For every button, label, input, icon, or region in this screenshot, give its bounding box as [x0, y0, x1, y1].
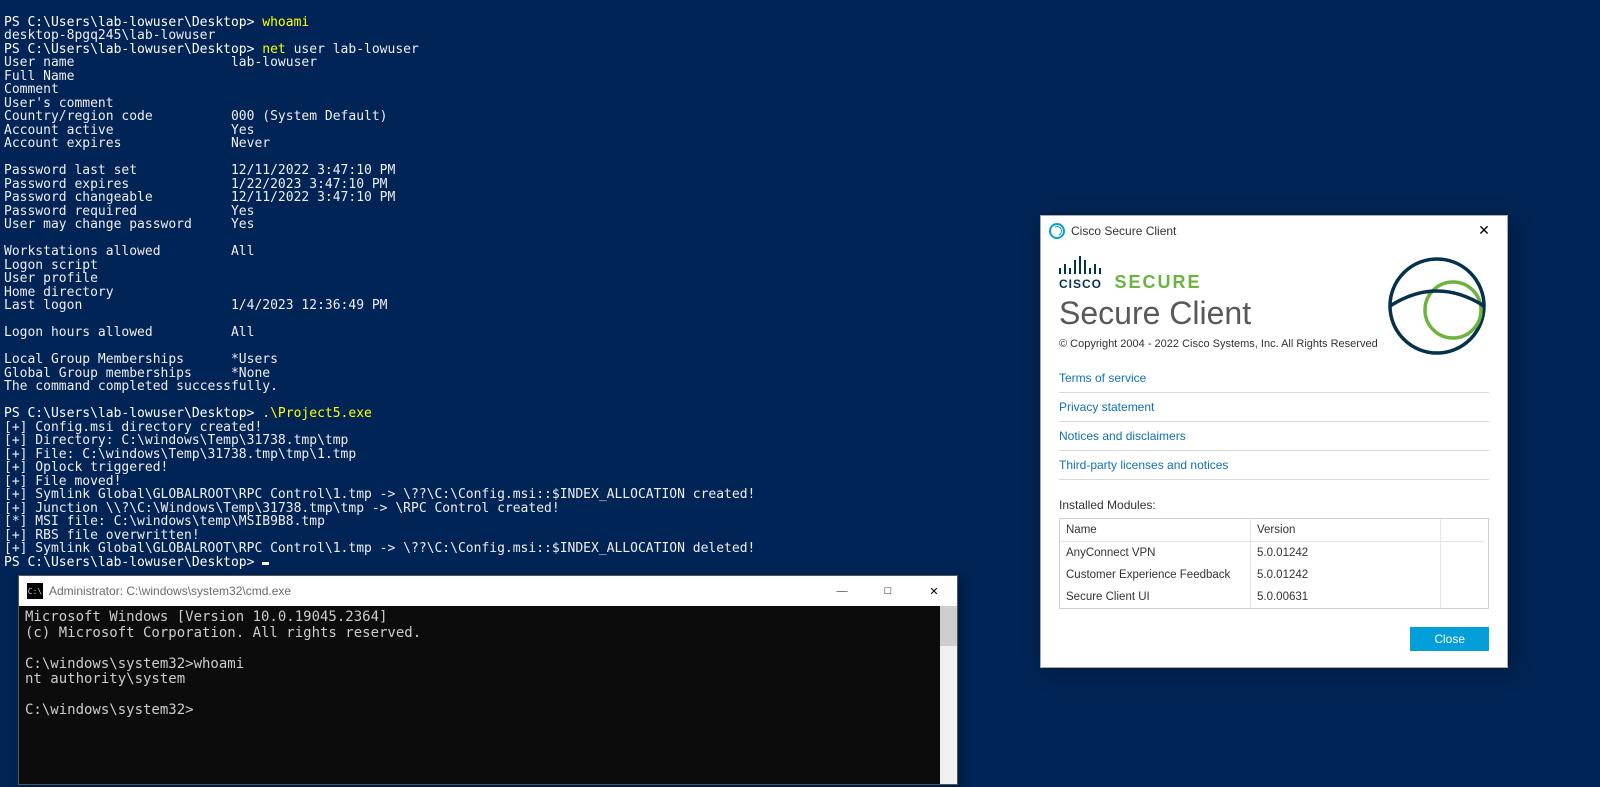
- cisco-close-x[interactable]: ✕: [1461, 216, 1507, 246]
- cisco-link[interactable]: Terms of service: [1059, 364, 1489, 393]
- module-version: 5.0.01242: [1250, 564, 1440, 586]
- cmd-title: Administrator: C:\windows\system32\cmd.e…: [49, 584, 819, 598]
- row-spacer: [1440, 586, 1484, 608]
- header-spacer: [1440, 519, 1484, 542]
- globe-icon: [1387, 256, 1487, 356]
- cmd-icon: C:\: [27, 583, 43, 599]
- cmd-scrollbar[interactable]: [940, 606, 957, 784]
- cisco-link[interactable]: Notices and disclaimers: [1059, 422, 1489, 451]
- cisco-title: Cisco Secure Client: [1071, 224, 1461, 238]
- row-spacer: [1440, 542, 1484, 564]
- header-version: Version: [1250, 519, 1440, 542]
- header-name: Name: [1060, 519, 1250, 542]
- ps-prompt: PS C:\Users\lab-lowuser\Desktop>: [4, 555, 262, 570]
- cisco-dialog[interactable]: Cisco Secure Client ✕ CISCO SECURE Secur…: [1040, 215, 1508, 668]
- table-row[interactable]: Secure Client UI5.0.00631: [1060, 586, 1488, 608]
- row-spacer: [1440, 564, 1484, 586]
- module-version: 5.0.01242: [1250, 542, 1440, 564]
- module-name: Customer Experience Feedback: [1060, 564, 1250, 586]
- ps-command-project5: .\Project5.exe: [262, 406, 372, 421]
- cisco-link[interactable]: Third-party licenses and notices: [1059, 451, 1489, 480]
- table-row[interactable]: AnyConnect VPN5.0.01242: [1060, 542, 1488, 564]
- cmd-titlebar[interactable]: C:\ Administrator: C:\windows\system32\c…: [19, 576, 957, 606]
- cisco-title-icon: [1049, 223, 1065, 239]
- cisco-modules-title: Installed Modules:: [1059, 498, 1489, 512]
- cisco-close-button[interactable]: Close: [1410, 627, 1489, 651]
- cisco-content: CISCO SECURE Secure Client © Copyright 2…: [1041, 246, 1507, 667]
- cisco-titlebar[interactable]: Cisco Secure Client ✕: [1041, 216, 1507, 246]
- cisco-link[interactable]: Privacy statement: [1059, 393, 1489, 422]
- table-row[interactable]: Customer Experience Feedback5.0.01242: [1060, 564, 1488, 586]
- minimize-button[interactable]: —: [819, 576, 865, 606]
- ps-exploit-output: [+] Config.msi directory created! [+] Di…: [4, 420, 755, 557]
- module-version: 5.0.00631: [1250, 586, 1440, 608]
- cmd-window[interactable]: C:\ Administrator: C:\windows\system32\c…: [18, 575, 958, 785]
- cisco-links: Terms of servicePrivacy statementNotices…: [1059, 364, 1489, 480]
- close-button[interactable]: ✕: [911, 576, 957, 606]
- maximize-button[interactable]: □: [865, 576, 911, 606]
- cisco-logo-text: CISCO: [1059, 277, 1102, 291]
- ps-cursor: [262, 562, 269, 565]
- ps-command-whoami: whoami: [262, 15, 309, 30]
- cmd-body[interactable]: Microsoft Windows [Version 10.0.19045.23…: [19, 606, 957, 784]
- cmd-output: Microsoft Windows [Version 10.0.19045.23…: [25, 609, 421, 718]
- ps-netuser-output: User name lab-lowuser Full Name Comment …: [4, 55, 395, 394]
- cmd-scrollthumb[interactable]: [940, 606, 957, 646]
- module-name: Secure Client UI: [1060, 586, 1250, 608]
- cisco-footer: Close: [1059, 627, 1489, 651]
- table-header: Name Version: [1060, 519, 1488, 542]
- cisco-secure-text: SECURE: [1114, 272, 1201, 293]
- module-name: AnyConnect VPN: [1060, 542, 1250, 564]
- cisco-modules-table: Name Version AnyConnect VPN5.0.01242Cust…: [1059, 518, 1489, 609]
